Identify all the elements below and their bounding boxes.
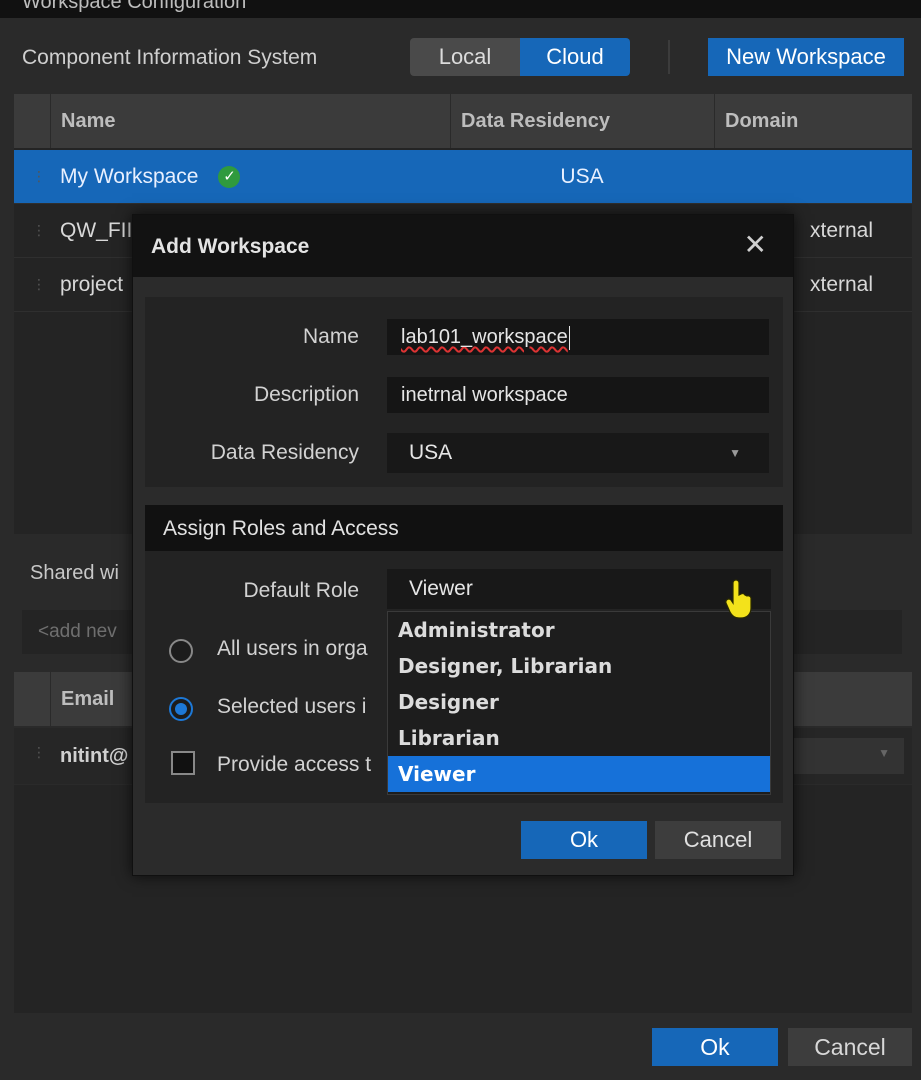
data-residency-select[interactable]: USA ▼: [387, 433, 769, 473]
check-circle-icon: ✓: [218, 166, 241, 189]
user-role-dropdown[interactable]: ▼: [794, 738, 904, 774]
shared-with-label: Shared wi: [30, 562, 119, 584]
column-header-data-residency[interactable]: Data Residency: [450, 94, 714, 148]
drag-handle-icon[interactable]: ⋮: [32, 168, 46, 185]
section-label: Component Information System: [22, 46, 318, 69]
dialog-title: Add Workspace: [151, 235, 310, 258]
column-header-name[interactable]: Name: [50, 94, 450, 148]
data-residency-value: USA: [409, 441, 453, 464]
column-header-email[interactable]: Email: [50, 672, 114, 726]
default-role-label: Default Role: [243, 579, 359, 602]
close-icon[interactable]: ✕: [744, 231, 767, 259]
toolbar: Component Information System Local Cloud…: [0, 20, 921, 94]
provide-access-label[interactable]: Provide access t: [217, 753, 371, 777]
cloud-toggle-button[interactable]: Cloud: [520, 38, 630, 76]
name-value: lab101_workspace: [401, 326, 568, 348]
role-option-administrator[interactable]: Administrator: [388, 612, 770, 648]
ok-button[interactable]: Ok: [652, 1028, 778, 1066]
selected-users-label[interactable]: Selected users i: [217, 695, 366, 719]
provide-access-checkbox[interactable]: [171, 751, 195, 775]
window-title: Workspace Configuration: [22, 0, 247, 13]
local-toggle-button[interactable]: Local: [410, 38, 520, 76]
row-domain: [714, 150, 912, 204]
hand-cursor-icon: [725, 579, 752, 619]
location-toggle: Local Cloud: [410, 38, 630, 76]
default-role-select[interactable]: Viewer: [387, 569, 771, 609]
workspace-details-section: Name lab101_workspace Description inetrn…: [145, 297, 783, 487]
header-handle: [14, 94, 50, 148]
add-workspace-dialog: Add Workspace ✕ Name lab101_workspace De…: [132, 214, 794, 876]
dialog-cancel-button[interactable]: Cancel: [655, 821, 781, 859]
role-option-librarian[interactable]: Librarian: [388, 720, 770, 756]
role-option-viewer[interactable]: Viewer: [388, 756, 770, 792]
workspace-name: My Workspace: [60, 165, 199, 188]
description-field[interactable]: inetrnal workspace: [387, 377, 769, 413]
all-users-label[interactable]: All users in orga: [217, 637, 368, 661]
chevron-down-icon: ▼: [729, 446, 741, 460]
name-field[interactable]: lab101_workspace: [387, 319, 769, 355]
row-domain: xternal: [810, 273, 874, 296]
column-header-domain[interactable]: Domain: [714, 94, 912, 148]
row-domain: xternal: [810, 219, 874, 242]
email-value: nitint@: [60, 745, 129, 767]
roles-section-header: Assign Roles and Access: [145, 505, 783, 551]
all-users-radio[interactable]: [169, 639, 193, 663]
roles-heading: Assign Roles and Access: [163, 517, 399, 540]
new-workspace-button[interactable]: New Workspace: [708, 38, 904, 76]
drag-handle-icon[interactable]: ⋮: [32, 744, 46, 761]
description-label: Description: [253, 383, 359, 406]
chevron-down-icon: ▼: [878, 746, 890, 760]
window-footer: [0, 1013, 921, 1080]
row-name: My Workspace ✓: [60, 150, 450, 204]
toolbar-divider: [668, 40, 670, 74]
data-residency-label: Data Residency: [210, 441, 359, 464]
role-option-designer-librarian[interactable]: Designer, Librarian: [388, 648, 770, 684]
cancel-button[interactable]: Cancel: [788, 1028, 912, 1066]
drag-handle-icon[interactable]: ⋮: [32, 222, 46, 239]
table-row[interactable]: ⋮ My Workspace ✓ USA: [14, 150, 912, 204]
dialog-title-bar: Add Workspace ✕: [133, 215, 793, 277]
table-header: Name Data Residency Domain: [14, 94, 912, 148]
role-dropdown-list: Administrator Designer, Librarian Design…: [387, 611, 771, 795]
row-residency: USA: [560, 165, 604, 188]
text-caret: [568, 325, 570, 350]
window-title-bar: Workspace Configuration: [0, 0, 921, 18]
name-label: Name: [302, 325, 359, 348]
role-option-designer[interactable]: Designer: [388, 684, 770, 720]
drag-handle-icon[interactable]: ⋮: [32, 276, 46, 293]
default-role-value: Viewer: [409, 577, 473, 600]
selected-users-radio[interactable]: [169, 697, 193, 721]
dialog-ok-button[interactable]: Ok: [521, 821, 647, 859]
